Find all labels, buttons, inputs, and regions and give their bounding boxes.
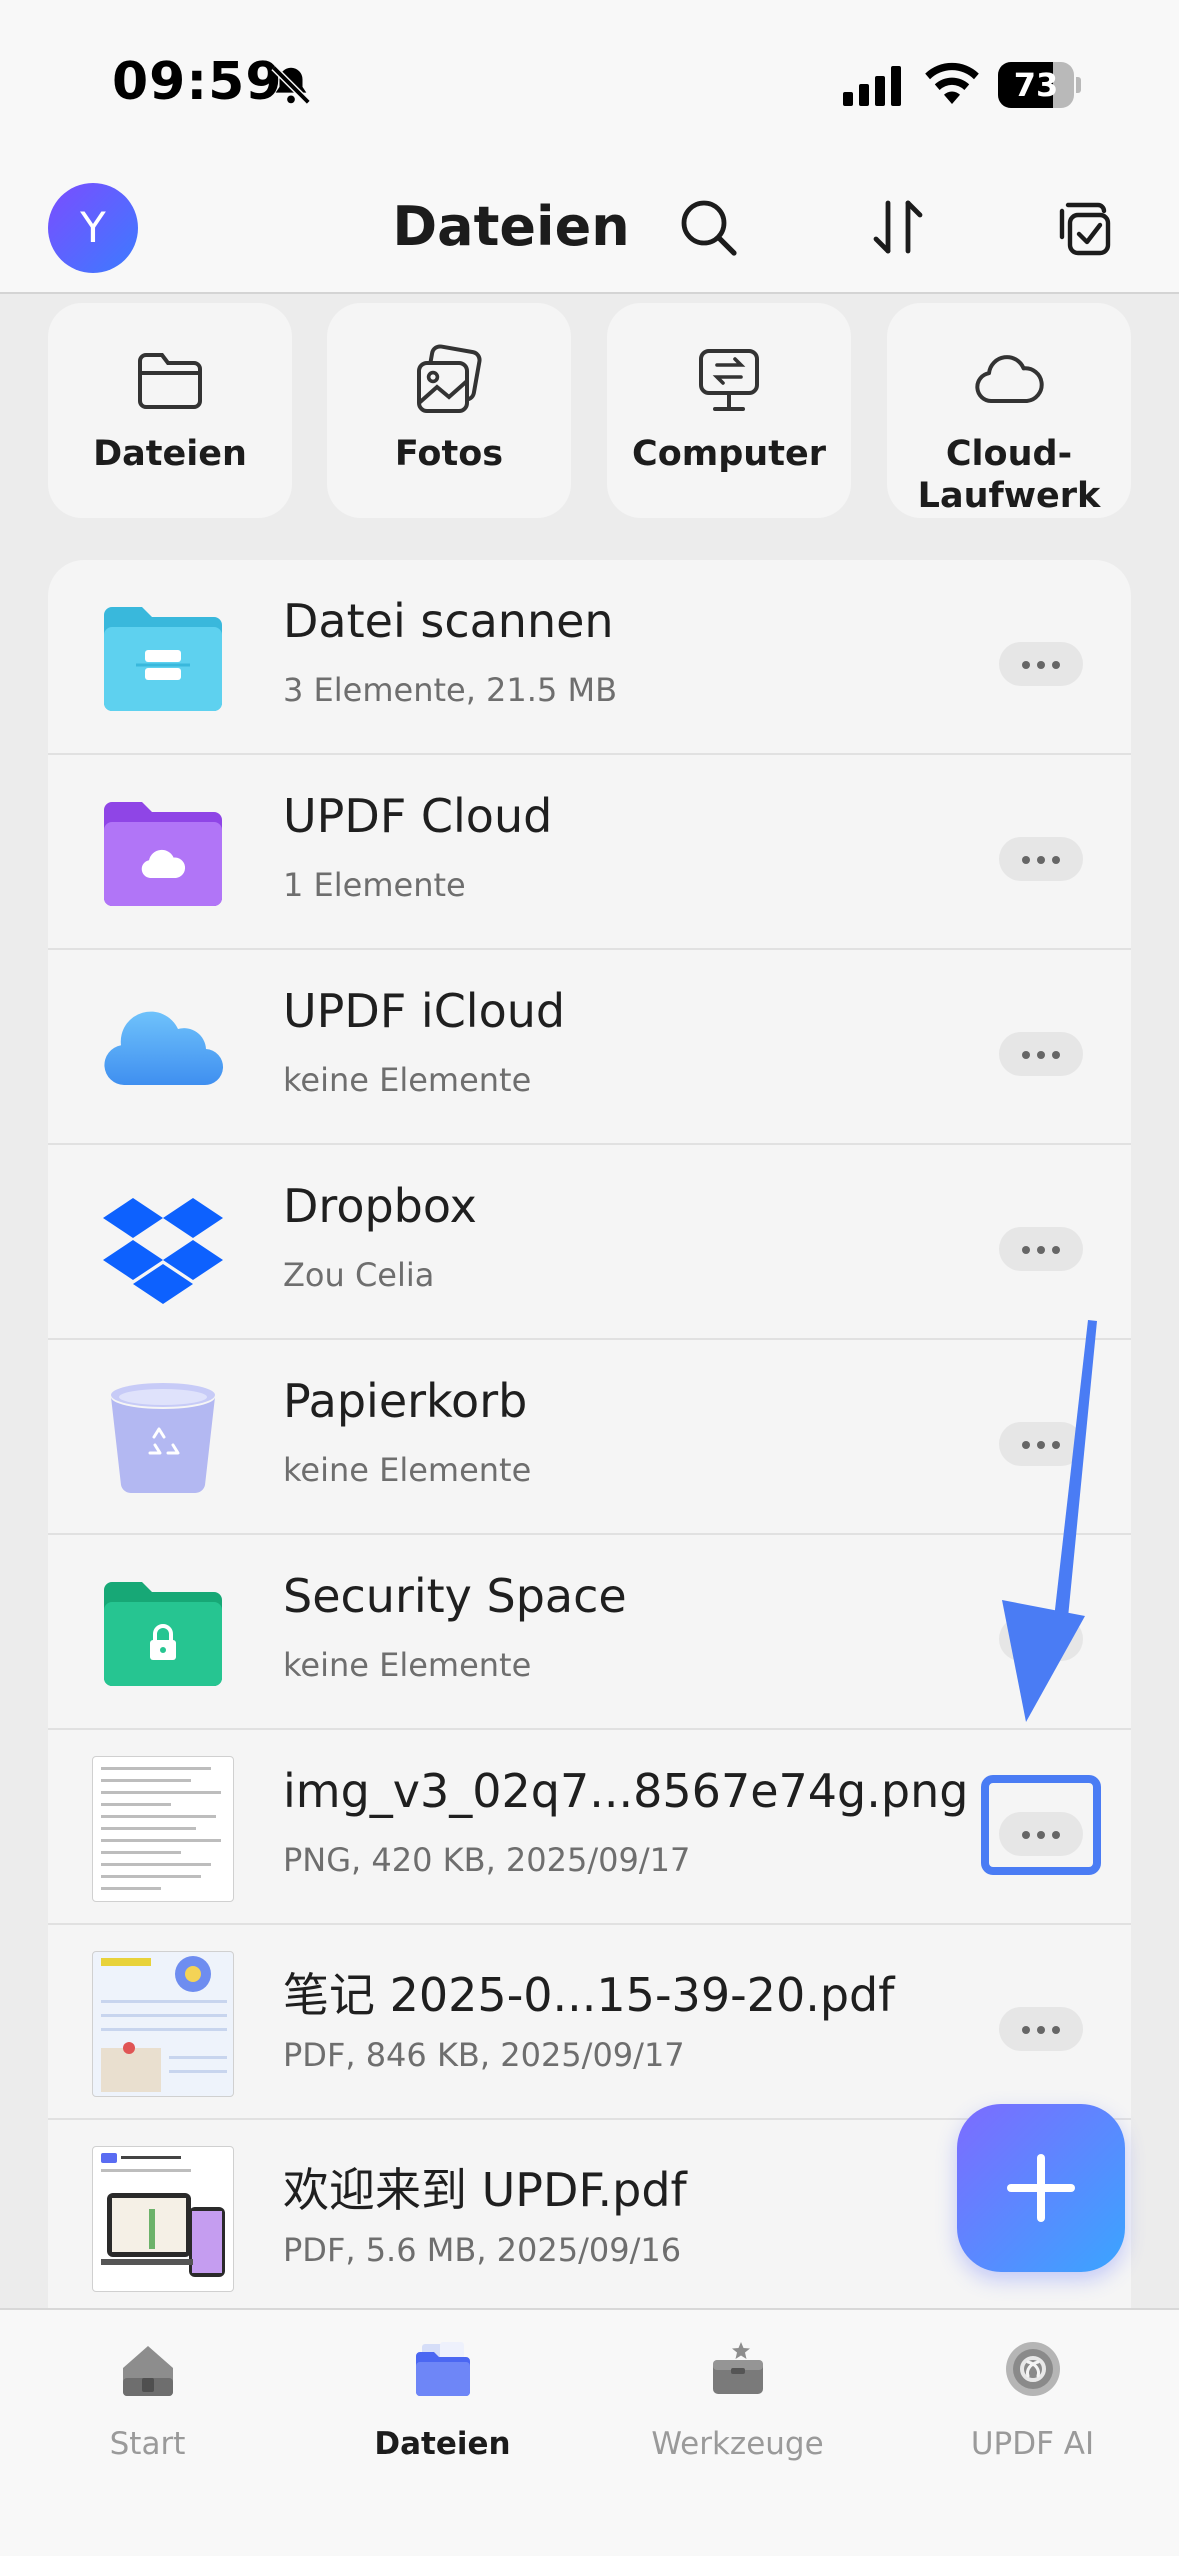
tile-cloud-laufwerk[interactable]: Cloud- Laufwerk <box>887 303 1131 518</box>
pdf-thumbnail-icon <box>92 1951 234 2097</box>
list-item[interactable]: UPDF iCloud keine Elemente <box>48 950 1131 1145</box>
file-name: UPDF iCloud <box>283 984 566 1038</box>
tab-werkzeuge[interactable]: Werkzeuge <box>590 2310 885 2510</box>
file-meta: PNG, 420 KB, 2025/09/17 <box>283 1841 691 1879</box>
folder-icon <box>138 353 202 409</box>
file-name: Papierkorb <box>283 1374 528 1428</box>
file-meta: keine Elemente <box>283 1646 532 1684</box>
files-icon <box>416 2342 470 2396</box>
file-name: Datei scannen <box>283 594 614 648</box>
tile-label-line1: Cloud- <box>945 434 1073 474</box>
list-item[interactable]: Security Space keine Elemente <box>48 1535 1131 1730</box>
wifi-icon <box>925 62 979 104</box>
cloud-icon <box>975 355 1044 403</box>
more-button[interactable] <box>999 642 1083 686</box>
list-item[interactable]: Papierkorb keine Elemente <box>48 1340 1131 1535</box>
file-meta: 3 Elemente, 21.5 MB <box>283 671 618 709</box>
list-item[interactable]: Dropbox Zou Celia <box>48 1145 1131 1340</box>
tab-start[interactable]: Start <box>0 2310 295 2510</box>
file-meta: Zou Celia <box>283 1256 435 1294</box>
image-thumbnail-icon <box>92 1756 234 1902</box>
file-meta: PDF, 5.6 MB, 2025/09/16 <box>283 2231 682 2269</box>
select-icon[interactable] <box>1052 195 1116 259</box>
search-icon[interactable] <box>676 195 740 259</box>
file-name: Security Space <box>283 1569 627 1623</box>
tile-fotos[interactable]: Fotos <box>327 303 571 518</box>
list-item[interactable]: Datei scannen 3 Elemente, 21.5 MB <box>48 560 1131 755</box>
tab-label: Start <box>109 2426 186 2462</box>
scan-folder-icon <box>104 607 222 711</box>
tile-label: Computer <box>632 434 826 474</box>
file-name: img_v3_02q7...8567e74g.png <box>283 1764 969 1818</box>
tab-label: Dateien <box>374 2426 511 2462</box>
more-button[interactable] <box>999 2007 1083 2051</box>
icloud-icon <box>104 1011 224 1086</box>
cloud-folder-icon <box>104 802 222 906</box>
list-item[interactable]: img_v3_02q7...8567e74g.png PNG, 420 KB, … <box>48 1730 1131 1925</box>
header: Y Dateien <box>0 175 1179 294</box>
file-name: UPDF Cloud <box>283 789 553 843</box>
home-indicator <box>453 2524 726 2534</box>
tab-bar: Start Dateien Werkzeuge UPDF AI <box>0 2308 1179 2556</box>
file-name: 笔记 2025-0...15-39-20.pdf <box>283 1968 895 2022</box>
file-meta: keine Elemente <box>283 1061 532 1099</box>
sort-icon[interactable] <box>866 195 930 259</box>
lock-folder-icon <box>104 1582 222 1686</box>
pointer-arrow-icon <box>1002 1320 1097 1722</box>
trash-bin-icon <box>111 1383 215 1494</box>
bell-muted-icon <box>271 65 311 105</box>
status-bar: 09:59 73 <box>0 0 1179 175</box>
tile-computer[interactable]: Computer <box>607 303 851 518</box>
tab-dateien[interactable]: Dateien <box>295 2310 590 2510</box>
file-meta: 1 Elemente <box>283 866 466 904</box>
battery-icon: 73 <box>998 62 1081 108</box>
quick-access: Dateien Fotos Computer Cloud- Laufwerk <box>48 303 1131 518</box>
list-item[interactable]: UPDF Cloud 1 Elemente <box>48 755 1131 950</box>
computer-transfer-icon <box>699 349 759 411</box>
tile-label-line2: Laufwerk <box>917 476 1101 516</box>
home-icon <box>123 2346 173 2396</box>
dropbox-icon <box>103 1198 223 1304</box>
tile-dateien[interactable]: Dateien <box>48 303 292 518</box>
pdf-thumbnail-icon <box>92 2146 234 2292</box>
ai-icon <box>1006 2342 1060 2396</box>
more-button[interactable] <box>999 1227 1083 1271</box>
file-list: Datei scannen 3 Elemente, 21.5 MB UPDF C… <box>48 560 1131 2320</box>
tile-label: Fotos <box>394 434 504 474</box>
list-item[interactable]: 笔记 2025-0...15-39-20.pdf PDF, 846 KB, 20… <box>48 1925 1131 2120</box>
tab-updf-ai[interactable]: UPDF AI <box>885 2310 1179 2510</box>
file-meta: PDF, 846 KB, 2025/09/17 <box>283 2036 685 2074</box>
cellular-signal-icon <box>843 66 901 106</box>
photos-icon <box>417 344 482 413</box>
tab-label: UPDF AI <box>970 2426 1095 2462</box>
file-name: Dropbox <box>283 1179 477 1233</box>
add-button[interactable] <box>957 2104 1125 2272</box>
file-meta: keine Elemente <box>283 1451 532 1489</box>
more-button[interactable] <box>999 1032 1083 1076</box>
highlight-box <box>981 1775 1101 1875</box>
file-name: 欢迎来到 UPDF.pdf <box>283 2163 687 2217</box>
toolbox-icon <box>713 2342 763 2394</box>
battery-level: 73 <box>1013 66 1059 104</box>
tile-label: Dateien <box>93 434 247 474</box>
status-time: 09:59 <box>112 52 283 112</box>
tab-label: Werkzeuge <box>651 2426 824 2462</box>
more-button[interactable] <box>999 837 1083 881</box>
